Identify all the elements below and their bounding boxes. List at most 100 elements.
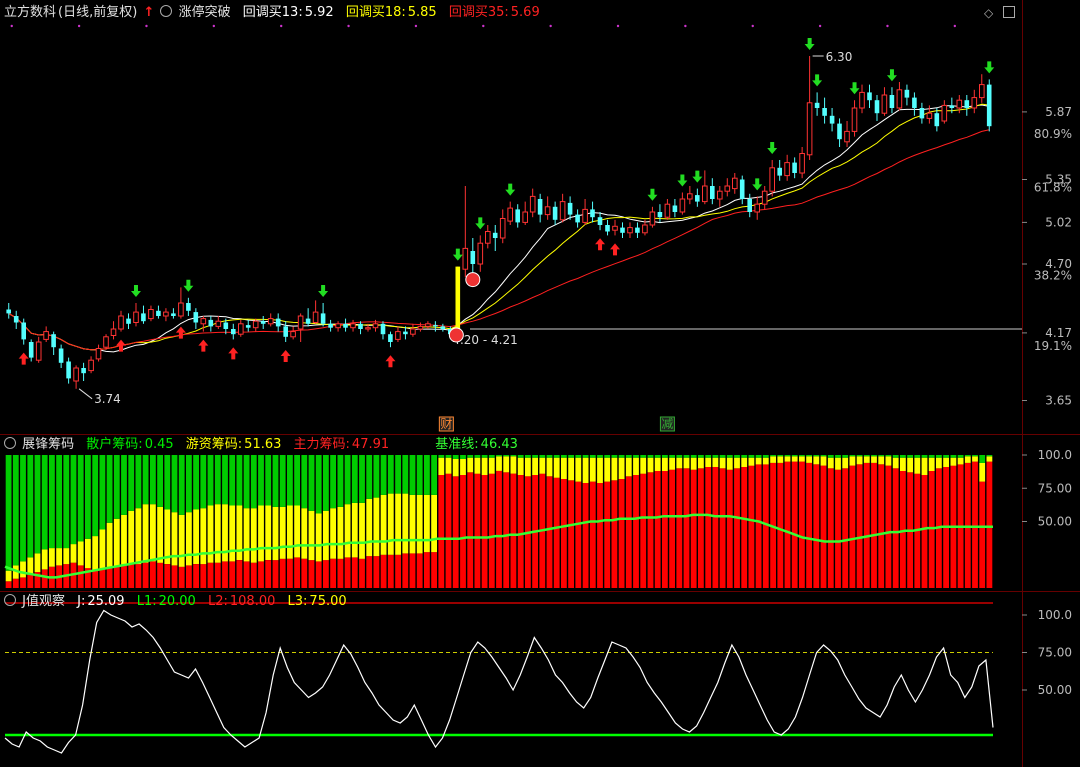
candle-body <box>664 203 671 218</box>
hot-bar <box>77 541 84 566</box>
main-bar <box>416 553 423 588</box>
retail-bar <box>344 455 351 505</box>
hot-bar <box>20 561 26 578</box>
retail-bar <box>964 455 971 457</box>
chips-indicator-name[interactable]: 展锋筹码 <box>22 437 74 452</box>
candle-body <box>88 359 94 372</box>
hot-bar <box>503 456 510 473</box>
main-bar <box>135 564 142 588</box>
candle-body <box>679 198 686 213</box>
hot-bar <box>56 548 62 566</box>
retail-bar <box>589 455 596 458</box>
main-bar <box>928 471 935 588</box>
candle-body <box>462 247 469 270</box>
y-tick-label: 50.00 <box>1038 683 1072 697</box>
ma18-label: 回调买18: <box>345 5 406 20</box>
main-force-label: 主力筹码: <box>293 437 350 452</box>
settings-circle-icon[interactable] <box>4 594 16 606</box>
candle-body <box>695 195 700 202</box>
diamond-icon[interactable]: ◇ <box>984 6 993 20</box>
candle-body <box>926 112 933 119</box>
candle-body <box>777 167 782 176</box>
main-bar <box>402 553 409 588</box>
hot-bar <box>92 536 99 571</box>
main-force-value: 47.91 <box>351 437 390 452</box>
main-bar <box>222 561 228 588</box>
base-line-value: 46.43 <box>480 437 518 452</box>
main-bar <box>128 564 135 588</box>
retail-bar <box>113 455 120 519</box>
retail-bar <box>986 455 993 457</box>
hot-bar <box>611 457 618 481</box>
l1-label: L1: <box>136 594 157 609</box>
retail-bar <box>272 455 279 507</box>
candle-body <box>605 225 610 232</box>
hot-bar <box>416 494 423 554</box>
hot-bar <box>380 494 387 555</box>
candle-body <box>829 115 835 124</box>
hot-bar <box>150 504 156 562</box>
hot-bar <box>698 457 704 469</box>
main-bar <box>582 482 589 588</box>
retail-bar <box>849 455 856 457</box>
main-bar <box>424 552 430 588</box>
hot-bar <box>142 504 149 563</box>
main-bar <box>856 464 863 588</box>
candle-body <box>635 227 640 233</box>
stock-name[interactable]: 立方数科 <box>4 5 56 20</box>
candlestick-area[interactable]: 6.303.744.20 - 4.21财减 <box>6 24 995 432</box>
retail-bar <box>669 455 675 458</box>
hot-bar <box>539 457 546 474</box>
hot-money-label: 游资筹码: <box>185 437 243 452</box>
settings-circle-icon[interactable] <box>160 5 173 17</box>
main-bar <box>488 473 495 588</box>
retail-bar <box>200 455 207 509</box>
hot-bar <box>258 505 264 562</box>
hot-bar <box>770 456 776 463</box>
candle-body <box>544 206 551 216</box>
hot-bar <box>705 457 712 467</box>
settings-circle-icon[interactable] <box>4 437 16 449</box>
hot-bar <box>799 456 805 462</box>
main-bar <box>921 474 928 588</box>
retail-bar <box>950 455 957 458</box>
candle-body <box>844 130 850 143</box>
hot-bar <box>272 506 279 561</box>
retail-bar <box>510 455 517 457</box>
hot-bar <box>481 457 488 475</box>
maximize-icon[interactable] <box>1003 6 1015 18</box>
sell-arrow-icon <box>984 61 995 74</box>
ma18-value: 5.85 <box>407 5 437 20</box>
chips-bar-area[interactable] <box>4 455 993 589</box>
signal-dot <box>886 24 889 28</box>
candle-body <box>267 318 274 325</box>
candle-body <box>627 227 633 234</box>
retail-bar <box>250 455 257 509</box>
sell-arrow-icon <box>475 217 486 230</box>
hot-bar <box>330 508 336 559</box>
main-bar <box>92 570 99 588</box>
retail-bar <box>142 455 149 505</box>
retail-bar <box>34 455 41 554</box>
j-line-area[interactable] <box>4 602 994 754</box>
hot-bar <box>589 457 596 482</box>
j-indicator-name[interactable]: J值观察 <box>22 594 65 609</box>
ma35-line <box>8 129 990 351</box>
hot-bar <box>200 508 207 565</box>
y-tick-label: 5.87 <box>1045 105 1072 119</box>
main-bar <box>546 476 553 588</box>
signal-dot <box>953 24 957 28</box>
candle-body <box>754 203 761 213</box>
main-bar <box>806 463 812 588</box>
main-bar <box>863 463 870 588</box>
retail-bar <box>640 455 647 458</box>
candle-body <box>388 334 393 342</box>
main-bar <box>380 554 387 589</box>
hot-bar <box>135 508 142 565</box>
retail-bar <box>806 455 812 457</box>
retail-bar <box>56 455 62 549</box>
retail-bar <box>517 455 524 458</box>
indicator-name[interactable]: 涨停突破 <box>179 5 231 20</box>
retail-bar <box>597 455 603 458</box>
retail-bar <box>936 455 942 458</box>
